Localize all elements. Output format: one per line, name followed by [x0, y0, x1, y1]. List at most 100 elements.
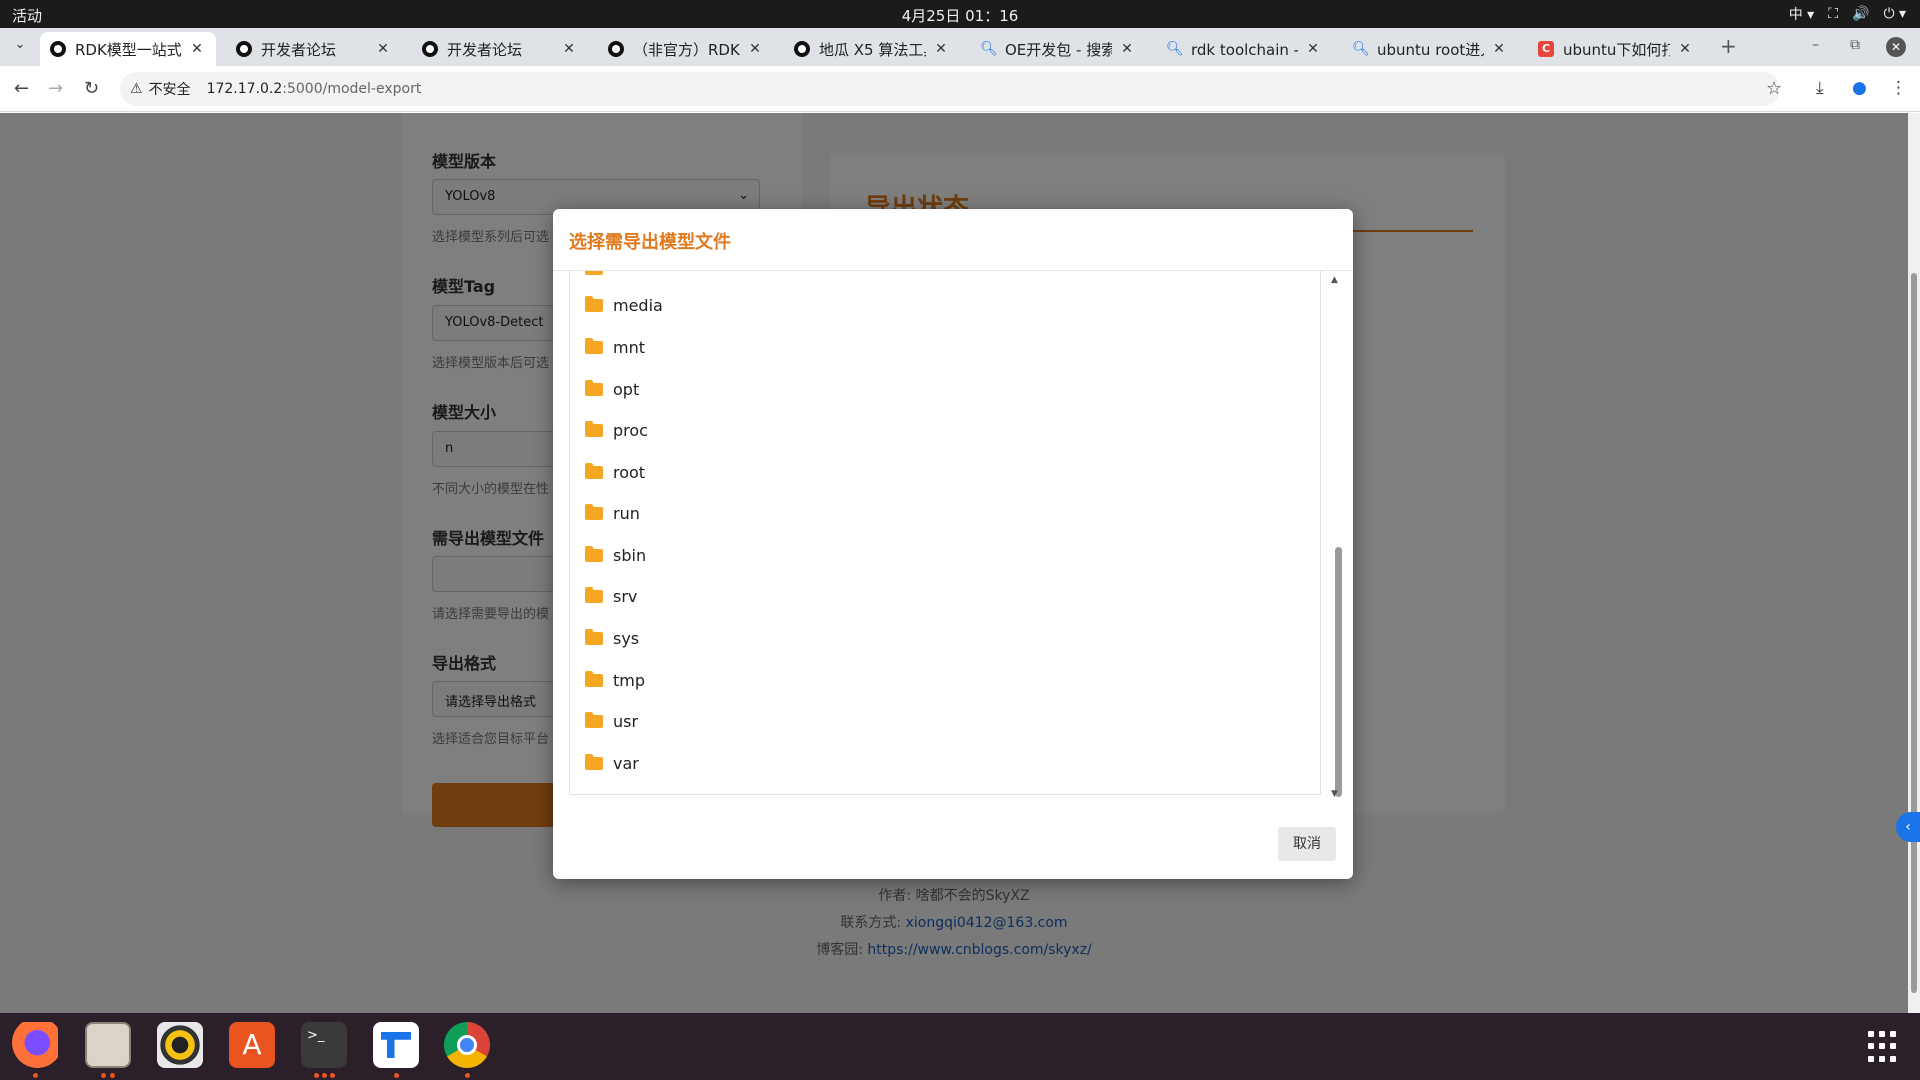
tab-title: ubuntu root进入	[1377, 40, 1484, 59]
close-icon[interactable]: ✕	[1676, 41, 1694, 57]
side-panel-toggle-icon[interactable]: ‹	[1896, 812, 1920, 842]
window-close-icon[interactable]: ✕	[1886, 37, 1906, 57]
folder-proc[interactable]: proc	[570, 410, 1320, 450]
close-icon[interactable]: ✕	[1118, 41, 1136, 57]
address-bar[interactable]: ⚠ 不安全 172.17.0.2 :5000/model-export	[120, 72, 1780, 106]
network-icon[interactable]: ⛶	[1828, 6, 1838, 22]
running-indicator	[322, 1073, 327, 1078]
scroll-down-icon[interactable]: ▼	[1331, 789, 1338, 799]
firefox-icon[interactable]	[12, 1022, 58, 1068]
folder-root[interactable]: root	[570, 452, 1320, 492]
folder-icon	[585, 462, 603, 479]
forward-icon[interactable]: →	[48, 78, 63, 99]
folder-label: opt	[613, 379, 640, 399]
profile-icon[interactable]: ●	[1852, 78, 1867, 98]
folder-list-scrollbar[interactable]: ▲ ▼	[1331, 275, 1345, 805]
search-icon: 🔍︎	[1352, 41, 1370, 57]
folder-media[interactable]: media	[570, 285, 1320, 325]
terminal-icon[interactable]: >_	[301, 1022, 347, 1068]
close-icon[interactable]: ✕	[746, 41, 764, 57]
back-icon[interactable]: ←	[14, 78, 29, 99]
tab-toolchain-search[interactable]: 🔍︎ rdk toolchain - 搜 ✕	[1156, 32, 1332, 66]
close-icon[interactable]: ✕	[1304, 41, 1322, 57]
tab-title: （非官方）RDK模	[633, 40, 740, 59]
tab-unofficial-rdk[interactable]: （非官方）RDK模 ✕	[598, 32, 774, 66]
insecure-label[interactable]: 不安全	[149, 79, 191, 99]
files-icon[interactable]	[85, 1022, 131, 1068]
folder-run[interactable]: run	[570, 493, 1320, 533]
system-tray[interactable]: 中 ▾ ⛶ 🔊 ⏻ ▾	[1789, 4, 1906, 24]
close-icon[interactable]: ✕	[374, 41, 392, 57]
more-menu-icon[interactable]: ⋮	[1890, 78, 1907, 98]
folder-list[interactable]: media mnt opt proc root run sbin srv sys…	[569, 271, 1321, 795]
bookmark-star-icon[interactable]: ☆	[1766, 78, 1782, 99]
folder-usr[interactable]: usr	[570, 701, 1320, 741]
close-icon[interactable]: ✕	[188, 41, 206, 57]
search-icon: 🔍︎	[1166, 41, 1184, 57]
scroll-up-icon[interactable]: ▲	[1331, 275, 1338, 285]
tab-ubuntu-root-search[interactable]: 🔍︎ ubuntu root进入 ✕	[1342, 32, 1518, 66]
restore-icon[interactable]: ⧉	[1850, 37, 1860, 53]
power-icon[interactable]: ⏻ ▾	[1883, 6, 1906, 22]
tab-title: OE开发包 - 搜索	[1005, 40, 1112, 59]
folder-mnt[interactable]: mnt	[570, 327, 1320, 367]
tab-title: 开发者论坛	[261, 40, 337, 59]
url-path: :5000/model-export	[282, 81, 422, 97]
new-tab-button[interactable]: +	[1720, 34, 1737, 58]
running-indicator	[314, 1073, 319, 1078]
tab-forum-2[interactable]: 开发者论坛 ✕	[412, 32, 588, 66]
folder-tmp[interactable]: tmp	[570, 660, 1320, 700]
app-center-icon[interactable]: A	[229, 1022, 275, 1068]
page-scroll-thumb[interactable]	[1911, 273, 1917, 993]
vscode-like-icon[interactable]	[373, 1022, 419, 1068]
running-indicator	[101, 1073, 106, 1078]
ubuntu-dock: A >_	[0, 1013, 1920, 1080]
rdk-logo-icon	[422, 41, 438, 57]
input-method-indicator[interactable]: 中 ▾	[1789, 4, 1814, 24]
rdk-logo-icon	[794, 41, 810, 57]
clock[interactable]: 4月25日 01：16	[0, 5, 1920, 26]
running-indicator	[330, 1073, 335, 1078]
tab-oe-search[interactable]: 🔍︎ OE开发包 - 搜索 ✕	[970, 32, 1146, 66]
close-icon[interactable]: ✕	[932, 41, 950, 57]
folder-icon	[585, 628, 603, 645]
close-icon[interactable]: ✕	[560, 41, 578, 57]
folder-srv[interactable]: srv	[570, 576, 1320, 616]
folder-opt[interactable]: opt	[570, 369, 1320, 409]
folder-sbin[interactable]: sbin	[570, 535, 1320, 575]
tab-forum-1[interactable]: 开发者论坛 ✕	[226, 32, 402, 66]
modal-header: 选择需导出模型文件	[553, 209, 1353, 271]
close-icon[interactable]: ✕	[1490, 41, 1508, 57]
tab-csdn-ubuntu[interactable]: C ubuntu下如何打开 ✕	[1528, 32, 1704, 66]
search-icon: 🔍︎	[980, 41, 998, 57]
tab-rdk-model[interactable]: RDK模型一站式开 ✕	[40, 32, 216, 66]
show-apps-grid-icon[interactable]	[1868, 1031, 1900, 1063]
folder-label: srv	[613, 586, 638, 606]
download-icon[interactable]: ⤓	[1816, 78, 1824, 98]
rdk-logo-icon	[608, 41, 624, 57]
scroll-thumb[interactable]	[1335, 547, 1342, 797]
rhythmbox-icon[interactable]	[157, 1022, 203, 1068]
folder-label: media	[613, 295, 663, 315]
folder-label: run	[613, 503, 640, 523]
activities-button[interactable]: 活动	[12, 5, 42, 26]
chrome-icon[interactable]	[444, 1022, 490, 1068]
tab-search-chevron-icon[interactable]: ⌄	[10, 37, 30, 57]
browser-toolbar: ← → ↻ ⚠ 不安全 172.17.0.2 :5000/model-expor…	[0, 66, 1920, 112]
system-top-bar: 活动 4月25日 01：16 中 ▾ ⛶ 🔊 ⏻ ▾	[0, 0, 1920, 28]
folder-icon	[585, 295, 603, 312]
tab-x5-tools[interactable]: 地瓜 X5 算法工具 ✕	[784, 32, 960, 66]
tab-title: 地瓜 X5 算法工具	[819, 40, 926, 59]
folder-var[interactable]: var	[570, 743, 1320, 783]
warning-icon[interactable]: ⚠	[130, 81, 143, 97]
page-scrollbar[interactable]	[1908, 113, 1920, 1013]
folder-sys[interactable]: sys	[570, 618, 1320, 658]
folder-icon	[585, 753, 603, 770]
reload-icon[interactable]: ↻	[84, 78, 99, 99]
csdn-icon: C	[1538, 41, 1554, 57]
minimize-icon[interactable]: –	[1812, 37, 1819, 53]
folder-icon	[585, 271, 603, 275]
folder-icon	[585, 379, 603, 396]
cancel-button[interactable]: 取消	[1278, 827, 1336, 861]
volume-icon[interactable]: 🔊	[1852, 6, 1869, 22]
